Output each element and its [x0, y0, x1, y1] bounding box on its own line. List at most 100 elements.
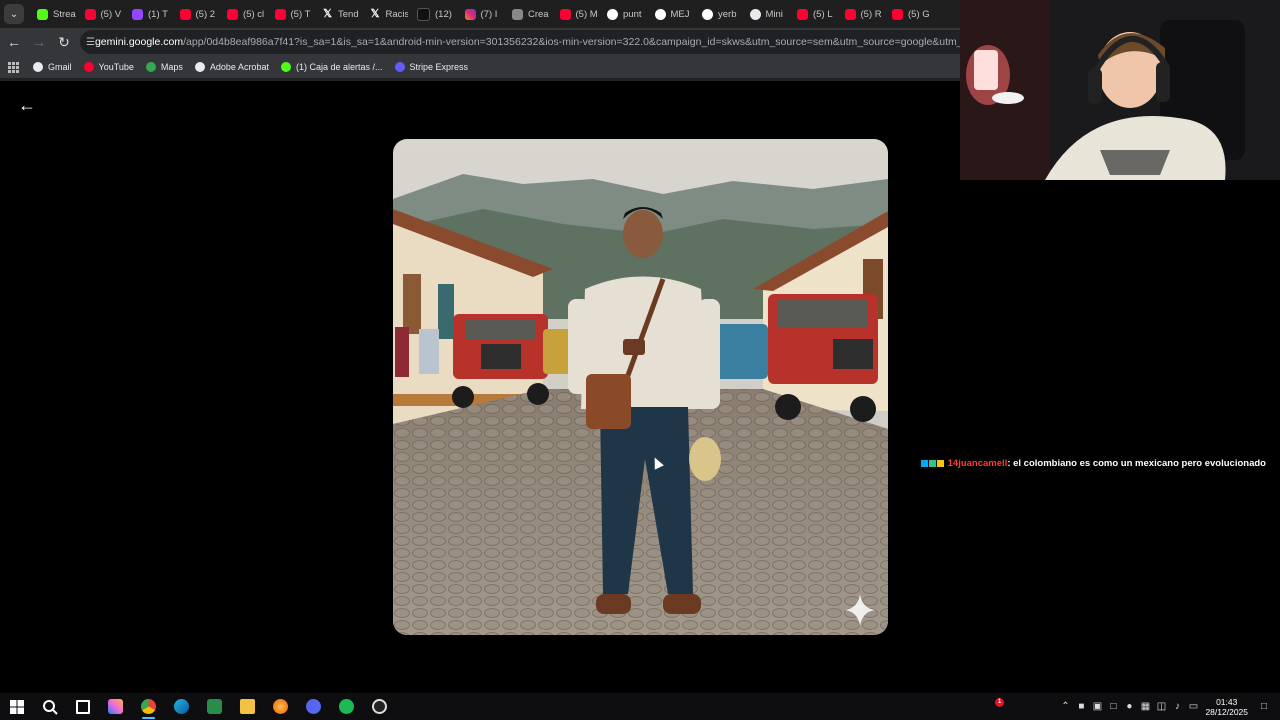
- chat-username[interactable]: 14juancamell: [948, 458, 1008, 469]
- tab-label: (5) cl: [243, 8, 265, 20]
- bookmark-label: YouTube: [98, 62, 134, 72]
- browser-tab[interactable]: 𝕏 Racis: [361, 2, 409, 26]
- firefox-icon[interactable]: [264, 693, 297, 720]
- apps-grid-icon[interactable]: [8, 61, 19, 73]
- badge-icon: [929, 459, 936, 467]
- url-host: gemini.google.com: [94, 36, 184, 48]
- browser-tab[interactable]: yerb: [693, 2, 741, 26]
- forward-button[interactable]: →: [28, 31, 50, 53]
- browser-tab[interactable]: (5) M: [551, 2, 599, 26]
- youtube-icon: [844, 8, 856, 20]
- bookmark-list: Gmail YouTube Maps Adobe Acrobat (1) Caja de…: [33, 62, 480, 72]
- search-icon[interactable]: [33, 693, 66, 720]
- youtube-icon: [892, 8, 903, 20]
- store-icon[interactable]: [198, 693, 231, 720]
- browser-tab[interactable]: Crea: [503, 2, 551, 26]
- browser-tab[interactable]: (12): [408, 2, 456, 26]
- browser-tab[interactable]: (5) R: [836, 2, 884, 26]
- tab-search-button[interactable]: ⌄: [4, 4, 24, 24]
- network-icon[interactable]: ◫: [1153, 701, 1169, 712]
- youtube-icon: [274, 8, 286, 20]
- back-arrow-icon[interactable]: ←: [18, 95, 36, 116]
- browser-tab[interactable]: (5) G: [883, 2, 931, 26]
- doc-icon: [512, 8, 523, 20]
- bookmark-label: Adobe Acrobat: [209, 62, 269, 72]
- bookmark-item[interactable]: Gmail: [33, 62, 72, 72]
- clock-date: 28/12/2025: [1205, 706, 1248, 717]
- volume-icon[interactable]: ♪: [1169, 701, 1185, 712]
- browser-tab[interactable]: MEJ: [646, 2, 694, 26]
- browser-tab[interactable]: (5) L: [788, 2, 836, 26]
- google-icon: [702, 8, 713, 20]
- url-path: /app/0d4b8eaf986a7f41?is_sa=1&is_sa=1&an…: [183, 36, 970, 48]
- google-icon: [654, 8, 666, 20]
- tab-label: (5) V: [100, 8, 122, 20]
- copilot-icon[interactable]: [99, 693, 132, 720]
- chrome-icon[interactable]: [132, 693, 165, 720]
- browser-tab[interactable]: punt: [598, 2, 646, 26]
- tab-label: Crea: [528, 8, 549, 20]
- display-icon[interactable]: ▭: [1185, 701, 1201, 712]
- browser-tab[interactable]: (5) V: [76, 2, 124, 26]
- reload-button[interactable]: ↻: [53, 31, 75, 53]
- browser-chrome: ⌄ Strea (5) V (1) T (5) 2 (5) cl (5) T 𝕏 Tend 𝕏 R…: [0, 0, 970, 81]
- browser-toolbar: ← → ↻ ☰ gemini.google.com/app/0d4b8eaf98…: [0, 28, 970, 56]
- x-icon: 𝕏: [323, 7, 332, 20]
- generated-image[interactable]: [393, 139, 888, 635]
- tab-label: (1) T: [148, 8, 168, 20]
- webcam-graphic: [960, 0, 1280, 180]
- obs-icon[interactable]: [363, 693, 396, 720]
- bookmark-item[interactable]: Adobe Acrobat: [194, 62, 269, 72]
- browser-tab[interactable]: (5) cl: [218, 2, 266, 26]
- image-viewer: ←: [0, 81, 960, 693]
- tray-app-icon[interactable]: □: [1105, 701, 1121, 712]
- youtube-icon: [559, 8, 571, 20]
- browser-tab[interactable]: Strea: [28, 2, 76, 26]
- browser-tab[interactable]: (5) 2: [171, 2, 219, 26]
- tray-app-icon[interactable]: ▦: [1137, 701, 1153, 712]
- browser-tab[interactable]: 𝕏 Tend: [313, 2, 361, 26]
- site-info-icon[interactable]: ☰: [86, 37, 95, 48]
- tab-label: Strea: [53, 8, 76, 20]
- tab-label: MEJ: [670, 8, 690, 20]
- tab-label: Racis: [385, 8, 409, 20]
- spotify-icon[interactable]: [330, 693, 363, 720]
- tab-label: yerb: [718, 8, 737, 20]
- webcam-overlay: [960, 0, 1280, 180]
- bookmark-item[interactable]: Maps: [145, 62, 183, 72]
- browser-tab[interactable]: (7) I: [456, 2, 504, 26]
- tab-label: (5) M: [575, 8, 598, 20]
- address-bar[interactable]: ☰ gemini.google.com/app/0d4b8eaf986a7f41…: [80, 30, 970, 54]
- notifications-icon[interactable]: □: [1256, 701, 1272, 712]
- task-view-icon[interactable]: [66, 693, 99, 720]
- microphone-icon[interactable]: ●: [1121, 701, 1137, 712]
- back-button[interactable]: ←: [3, 31, 25, 53]
- openai-icon: [749, 8, 761, 20]
- edge-icon[interactable]: [165, 693, 198, 720]
- system-tray: ⌃ ■ ▣ □ ● ▦ ◫ ♪ ▭ 01:43 28/12/2025 □: [1057, 693, 1280, 720]
- taskbar-clock[interactable]: 01:43 28/12/2025: [1205, 697, 1248, 717]
- chevron-up-icon[interactable]: ⌃: [1057, 701, 1073, 712]
- browser-tab[interactable]: (5) T: [266, 2, 314, 26]
- tray-app-icon[interactable]: ▣: [1089, 701, 1105, 712]
- bookmark-item[interactable]: (1) Caja de alertas /...: [280, 62, 383, 72]
- youtube-icon: [179, 8, 191, 20]
- browser-tab[interactable]: (1) T: [123, 2, 171, 26]
- bookmark-item[interactable]: YouTube: [83, 62, 134, 72]
- notification-badge: 1: [995, 698, 1004, 707]
- youtube-icon: [84, 8, 96, 20]
- tab-label: (7) I: [480, 8, 498, 20]
- windows-start-icon[interactable]: [0, 693, 33, 720]
- bookmark-item[interactable]: Stripe Express: [394, 62, 468, 72]
- file-explorer-icon[interactable]: [231, 693, 264, 720]
- discord-icon[interactable]: [297, 693, 330, 720]
- tray-app-icon[interactable]: ■: [1073, 701, 1089, 712]
- bookmark-icon: [280, 62, 291, 72]
- kick-icon: [37, 8, 48, 20]
- bookmark-icon: [33, 62, 43, 72]
- tab-label: punt: [623, 8, 642, 20]
- browser-tab[interactable]: Mini: [741, 2, 789, 26]
- chat-message: 14juancamell: el colombiano es como un m…: [921, 458, 1276, 469]
- bookmark-label: Maps: [160, 62, 183, 72]
- bookmark-icon: [194, 62, 205, 72]
